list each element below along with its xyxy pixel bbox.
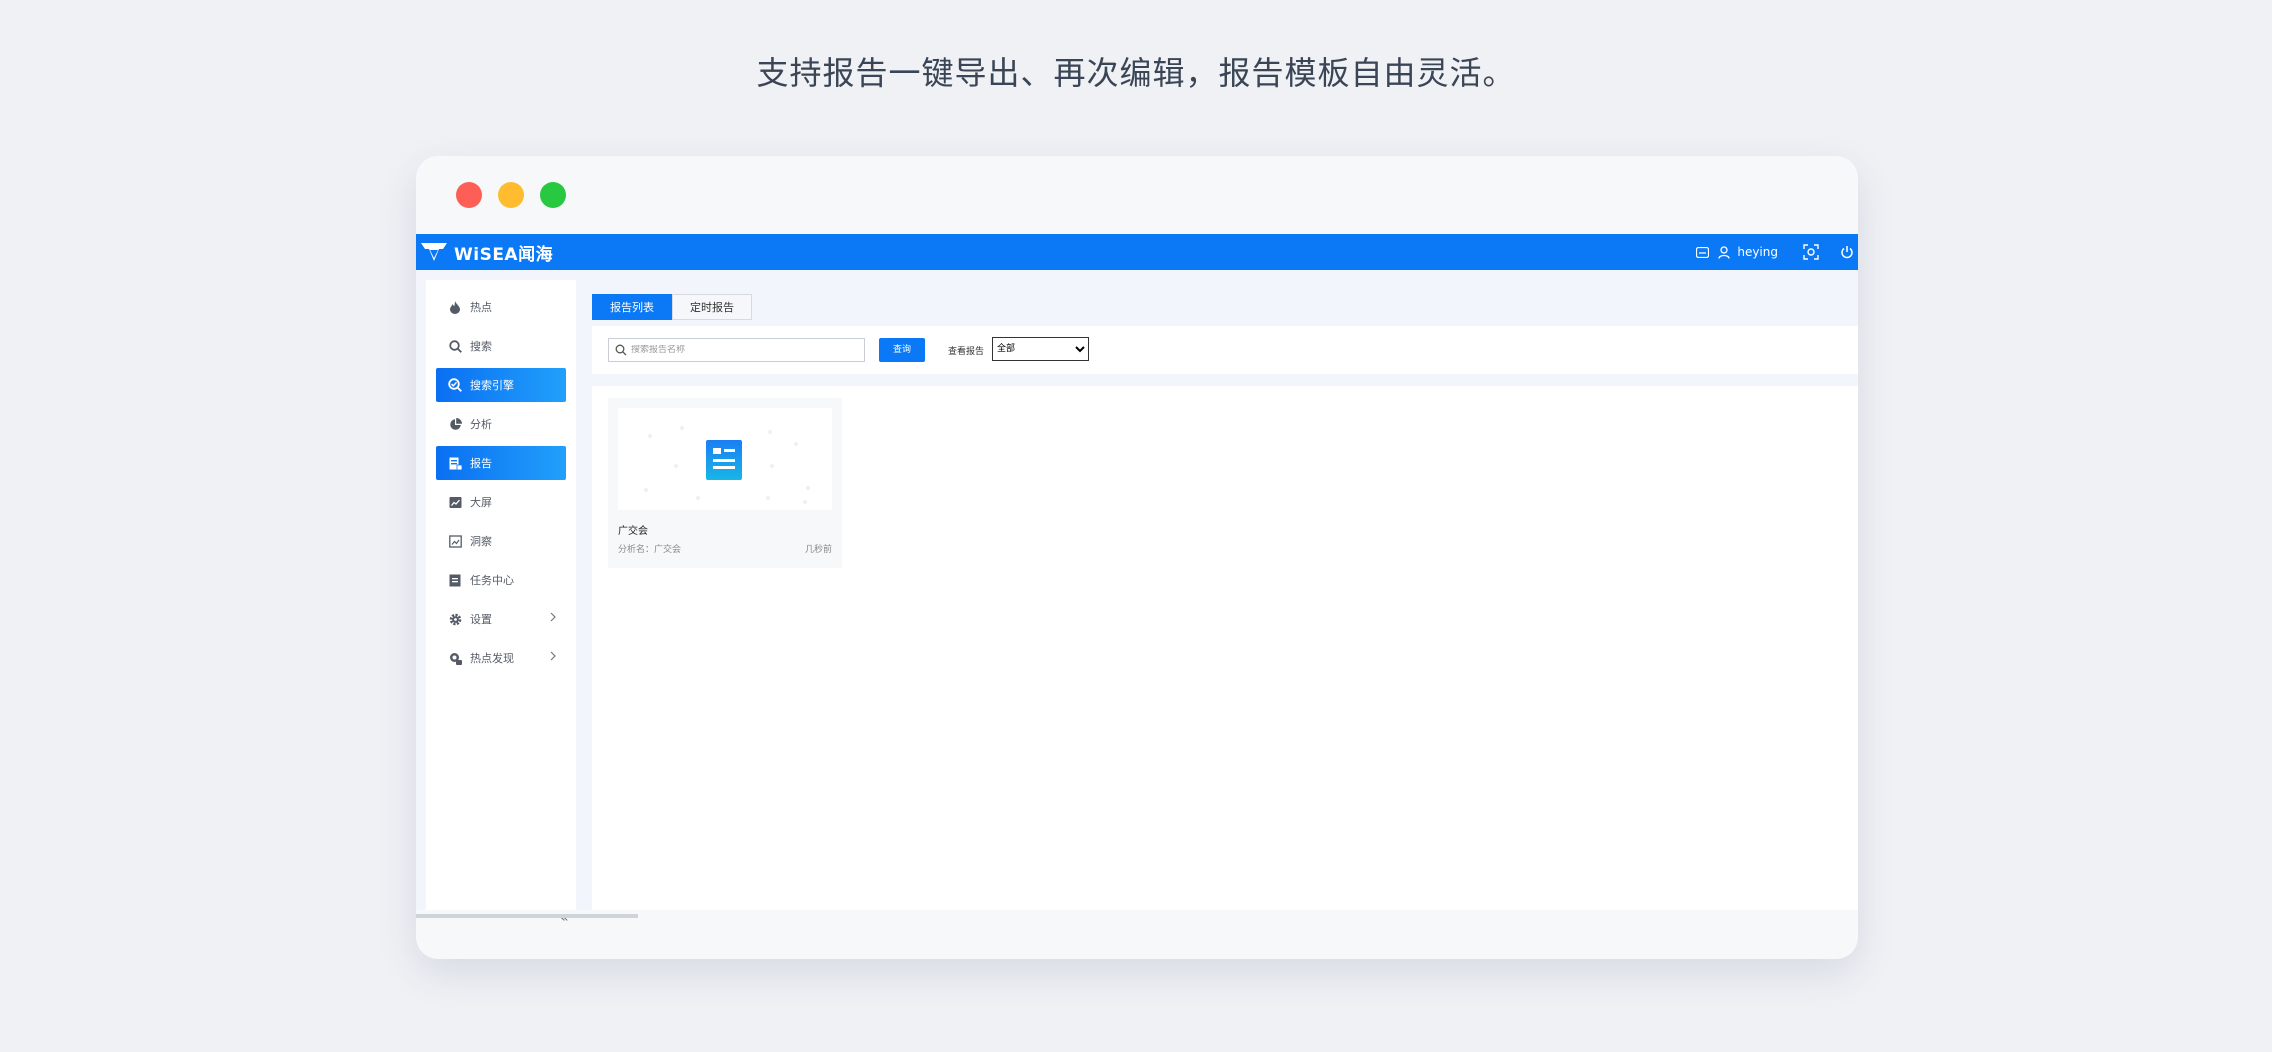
report-tabs: 报告列表 定时报告 <box>592 294 752 320</box>
sidebar-item-search-engine[interactable]: 搜索引擎 <box>436 368 566 402</box>
flame-icon <box>448 300 462 314</box>
sidebar-item-label: 任务中心 <box>470 574 514 587</box>
power-icon[interactable] <box>1836 241 1858 263</box>
window-controls <box>456 182 566 208</box>
filter-bar: 查询 查看报告 全部 <box>592 326 1858 374</box>
logo-mark-icon <box>421 243 447 261</box>
sidebar-item-search[interactable]: 搜索 <box>436 329 566 363</box>
report-icon <box>448 456 462 470</box>
tab-scheduled-report[interactable]: 定时报告 <box>672 294 752 320</box>
big-screen-icon <box>448 495 462 509</box>
minimize-window-button[interactable] <box>498 182 524 208</box>
main-panel: 报告列表 定时报告 查询 查看报告 全部 <box>592 280 1858 910</box>
app-logo[interactable]: WiSEA闻海 <box>420 238 553 266</box>
sidebar-item-settings[interactable]: 设置 <box>436 602 566 636</box>
logo-text: WiSEA闻海 <box>454 244 554 265</box>
sidebar-item-label: 热点发现 <box>470 652 514 665</box>
report-analysis-name: 分析名：广交会 <box>618 545 682 555</box>
task-icon <box>448 573 462 587</box>
report-title[interactable]: 广交会 <box>618 522 648 537</box>
search-icon <box>448 339 462 353</box>
search-box[interactable] <box>608 338 865 362</box>
top-actions: heying <box>1691 234 1858 270</box>
browser-window: WiSEA闻海 heying 热点 搜索 搜索引擎 分析 报告 大屏 洞察 任务… <box>416 156 1858 959</box>
report-document-icon <box>706 440 742 480</box>
pie-chart-icon <box>448 417 462 431</box>
sidebar-item-big-screen[interactable]: 大屏 <box>436 485 566 519</box>
sidebar-item-label: 热点 <box>470 301 492 314</box>
sidebar-item-hot[interactable]: 热点 <box>436 290 566 324</box>
report-thumbnail <box>618 408 832 510</box>
sidebar-item-report[interactable]: 报告 <box>436 446 566 480</box>
report-list: 广交会 分析名：广交会 几秒前 <box>592 386 1858 910</box>
insight-icon <box>448 534 462 548</box>
maximize-window-button[interactable] <box>540 182 566 208</box>
sidebar-item-analysis[interactable]: 分析 <box>436 407 566 441</box>
sidebar-item-hot-discover[interactable]: 热点发现 <box>436 641 566 675</box>
sidebar-item-label: 报告 <box>470 457 492 470</box>
sidebar-item-task-center[interactable]: 任务中心 <box>436 563 566 597</box>
sidebar: 热点 搜索 搜索引擎 分析 报告 大屏 洞察 任务中心 设置 热点发现 « <box>426 280 576 926</box>
sidebar-item-insight[interactable]: 洞察 <box>436 524 566 558</box>
search-input[interactable] <box>631 345 851 355</box>
chevron-right-icon <box>550 612 556 625</box>
app-content: 热点 搜索 搜索引擎 分析 报告 大屏 洞察 任务中心 设置 热点发现 « 报告… <box>416 270 1858 926</box>
collapse-sidebar-button[interactable]: « <box>560 910 569 926</box>
search-icon <box>615 344 627 356</box>
gear-icon <box>448 612 462 626</box>
page-headline: 支持报告一键导出、再次编辑，报告模板自由灵活。 <box>756 54 1516 92</box>
sidebar-item-label: 设置 <box>470 613 492 626</box>
search-engine-icon <box>448 378 462 392</box>
sidebar-item-label: 洞察 <box>470 535 492 548</box>
sidebar-item-label: 搜索引擎 <box>470 379 514 392</box>
discover-icon <box>448 651 462 665</box>
view-report-select[interactable]: 全部 <box>992 337 1089 361</box>
query-button[interactable]: 查询 <box>879 338 925 362</box>
close-window-button[interactable] <box>456 182 482 208</box>
horizontal-scrollbar[interactable] <box>416 914 638 918</box>
sidebar-item-label: 搜索 <box>470 340 492 353</box>
chevron-right-icon <box>550 651 556 664</box>
sidebar-item-label: 大屏 <box>470 496 492 509</box>
sidebar-item-label: 分析 <box>470 418 492 431</box>
screenshot-icon[interactable] <box>1800 241 1822 263</box>
message-icon[interactable] <box>1691 241 1713 263</box>
user-icon[interactable] <box>1713 241 1735 263</box>
view-report-label: 查看报告 <box>948 347 985 357</box>
user-name[interactable]: heying <box>1737 245 1778 259</box>
tab-report-list[interactable]: 报告列表 <box>592 294 672 320</box>
top-navbar: WiSEA闻海 heying <box>416 234 1858 270</box>
report-timestamp: 几秒前 <box>804 545 832 555</box>
report-card[interactable]: 广交会 分析名：广交会 几秒前 <box>608 398 842 568</box>
